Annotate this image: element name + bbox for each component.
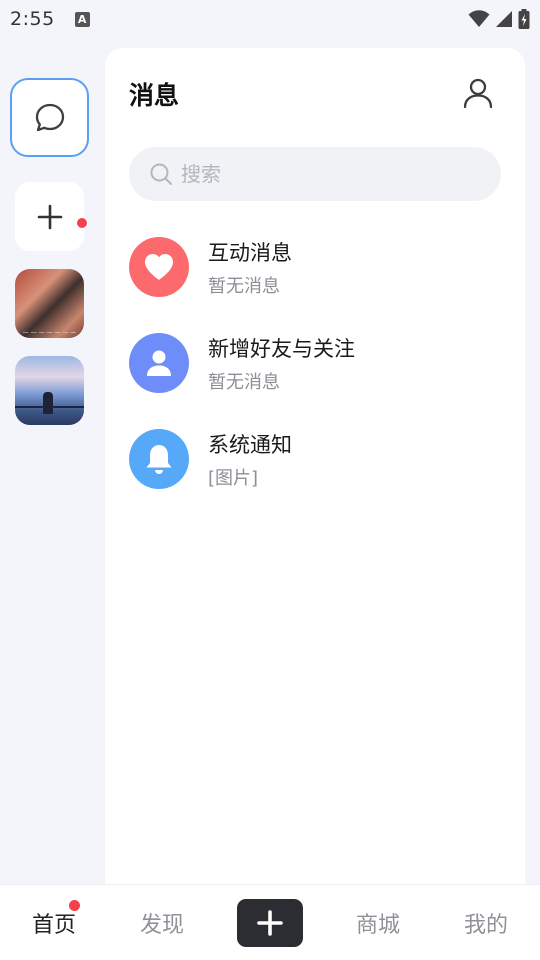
list-item-interactions[interactable]: 互动消息 暂无消息 xyxy=(129,233,509,303)
list-item-title: 系统通知 xyxy=(208,433,292,457)
add-group-button[interactable] xyxy=(15,182,84,251)
list-item-subtitle: [图片] xyxy=(208,468,259,489)
battery-icon xyxy=(518,9,530,29)
signal-icon xyxy=(496,11,512,27)
chat-rail-button[interactable] xyxy=(10,78,89,157)
status-icons xyxy=(468,9,530,29)
group-avatar-1[interactable]: — — — — — — — xyxy=(15,269,84,338)
list-item-new-friends[interactable]: 新增好友与关注 暂无消息 xyxy=(129,329,509,399)
bottom-nav: 首页 发现 商城 我的 xyxy=(0,884,540,960)
plus-icon xyxy=(257,910,283,936)
add-post-button[interactable] xyxy=(237,899,303,947)
person-icon xyxy=(129,333,189,393)
avatar-caption: — — — — — — — xyxy=(22,329,77,336)
list-item-system-notice[interactable]: 系统通知 [图片] xyxy=(129,425,509,495)
bell-icon xyxy=(129,429,189,489)
list-item-title: 互动消息 xyxy=(208,241,292,265)
wifi-icon xyxy=(468,10,490,27)
messages-panel: 消息 互动消息 暂无消息 新增好友与关注 暂无消息 xyxy=(105,48,525,908)
page-title: 消息 xyxy=(129,81,180,110)
profile-button[interactable] xyxy=(461,76,495,110)
search-icon xyxy=(150,163,172,185)
group-avatar-2[interactable] xyxy=(15,356,84,425)
tab-home[interactable]: 首页 xyxy=(14,907,94,939)
person-icon xyxy=(463,78,493,109)
list-item-title: 新增好友与关注 xyxy=(208,337,355,361)
plus-icon xyxy=(37,204,62,229)
tab-discover[interactable]: 发现 xyxy=(122,907,202,939)
unread-dot xyxy=(69,900,80,911)
status-time: 2:55 xyxy=(10,8,55,30)
search-bar[interactable] xyxy=(129,147,501,201)
list-item-subtitle: 暂无消息 xyxy=(208,276,280,297)
tab-me[interactable]: 我的 xyxy=(446,907,526,939)
heart-icon xyxy=(129,237,189,297)
search-input[interactable] xyxy=(181,162,481,186)
tab-mall[interactable]: 商城 xyxy=(338,907,418,939)
status-bar: 2:55 A xyxy=(0,0,540,38)
a-icon: A xyxy=(74,11,90,27)
list-item-subtitle: 暂无消息 xyxy=(208,372,280,393)
avatar-figure xyxy=(43,392,53,414)
unread-dot xyxy=(76,217,88,229)
chat-bubble-icon xyxy=(35,103,64,131)
